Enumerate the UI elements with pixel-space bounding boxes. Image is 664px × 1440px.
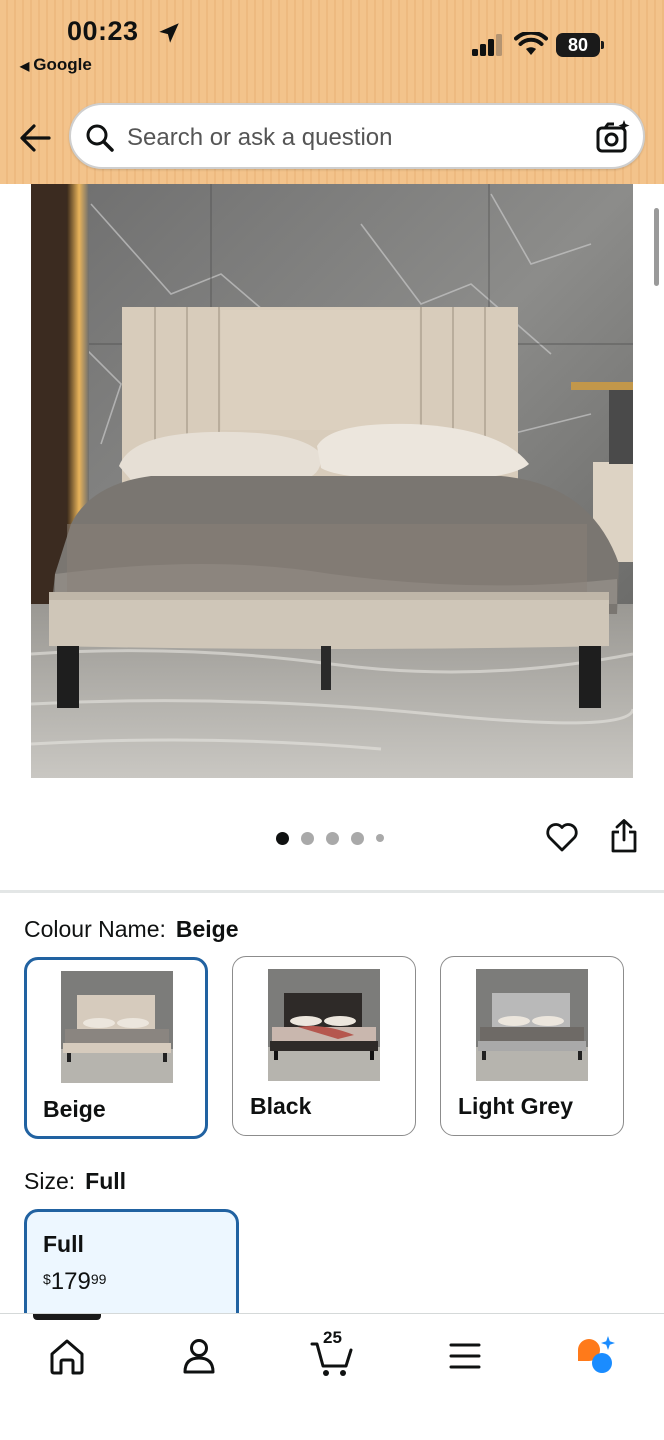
camera-search-icon[interactable] [595, 119, 631, 155]
home-icon[interactable] [45, 1334, 89, 1378]
battery-icon: 80 [556, 33, 604, 57]
back-triangle-icon: ◀ [20, 59, 30, 73]
size-option-price: $17999 [43, 1268, 107, 1295]
search-icon [86, 124, 114, 152]
search-bar[interactable]: Search or ask a question [69, 103, 645, 169]
back-to-app-link[interactable]: ◀ Google [20, 55, 92, 75]
pagination-dot[interactable] [276, 831, 289, 845]
location-arrow-icon [159, 23, 179, 43]
bottom-navigation: 25 [0, 1313, 664, 1440]
size-option-name: Full [43, 1231, 84, 1257]
colour-name-row: Colour Name: Beige [24, 916, 239, 943]
colour-selected-value: Beige [175, 916, 239, 942]
colour-option-label: Beige [43, 1096, 106, 1122]
colour-thumbnail [268, 969, 380, 1081]
cart-button[interactable]: 25 [309, 1328, 357, 1378]
share-icon[interactable] [609, 818, 639, 854]
size-selected-value: Full [85, 1168, 127, 1194]
pagination-dot[interactable] [326, 831, 339, 845]
account-icon[interactable] [177, 1334, 221, 1378]
size-label: Size: [24, 1168, 76, 1194]
wifi-icon [514, 32, 548, 55]
heart-icon[interactable] [545, 820, 579, 854]
colour-option-light-grey[interactable]: Light Grey [440, 956, 624, 1136]
rufus-assistant-icon[interactable] [574, 1334, 618, 1378]
bed-photo [31, 184, 633, 778]
colour-option-beige[interactable]: Beige [24, 957, 208, 1139]
product-image[interactable] [31, 184, 633, 778]
image-pagination[interactable] [276, 830, 384, 846]
battery-level: 80 [556, 33, 600, 57]
pagination-dot[interactable] [376, 834, 384, 842]
scroll-indicator [654, 208, 659, 286]
active-tab-indicator [33, 1314, 101, 1320]
colour-option-black[interactable]: Black [232, 956, 416, 1136]
search-input[interactable]: Search or ask a question [127, 124, 393, 152]
cellular-signal-icon [472, 34, 502, 56]
pagination-dot[interactable] [351, 831, 364, 845]
colour-thumbnail [61, 971, 173, 1083]
status-time: 00:23 [67, 16, 139, 46]
pagination-dot[interactable] [301, 831, 314, 845]
product-page: 00:23 ◀ Google 80 Search or ask a questi… [0, 0, 664, 1440]
section-divider [0, 890, 664, 893]
size-option-full[interactable]: Full $17999 [24, 1209, 239, 1329]
back-arrow-icon[interactable] [18, 122, 52, 154]
cart-count: 25 [323, 1328, 342, 1347]
colour-option-label: Black [250, 1093, 312, 1119]
size-row: Size: Full [24, 1168, 126, 1195]
colour-label: Colour Name: [24, 916, 166, 942]
colour-thumbnail [476, 969, 588, 1081]
colour-option-label: Light Grey [458, 1093, 574, 1119]
back-app-label: Google [33, 55, 92, 74]
app-header: 00:23 ◀ Google 80 Search or ask a questi… [0, 0, 664, 184]
menu-icon[interactable] [443, 1334, 487, 1378]
